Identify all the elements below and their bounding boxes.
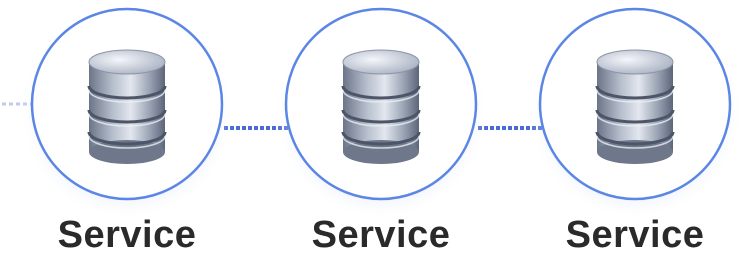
service-label-1: Service — [57, 214, 197, 256]
service-label-3: Service — [565, 214, 705, 256]
service-node-3[interactable] — [527, 4, 739, 220]
database-icon — [341, 48, 421, 166]
database-icon — [595, 48, 675, 166]
service-label-2: Service — [311, 214, 451, 256]
service-node-2[interactable] — [273, 4, 489, 220]
service-node-1[interactable] — [19, 4, 235, 220]
database-icon — [87, 48, 167, 166]
service-diagram: Service Service Service — [0, 0, 739, 259]
